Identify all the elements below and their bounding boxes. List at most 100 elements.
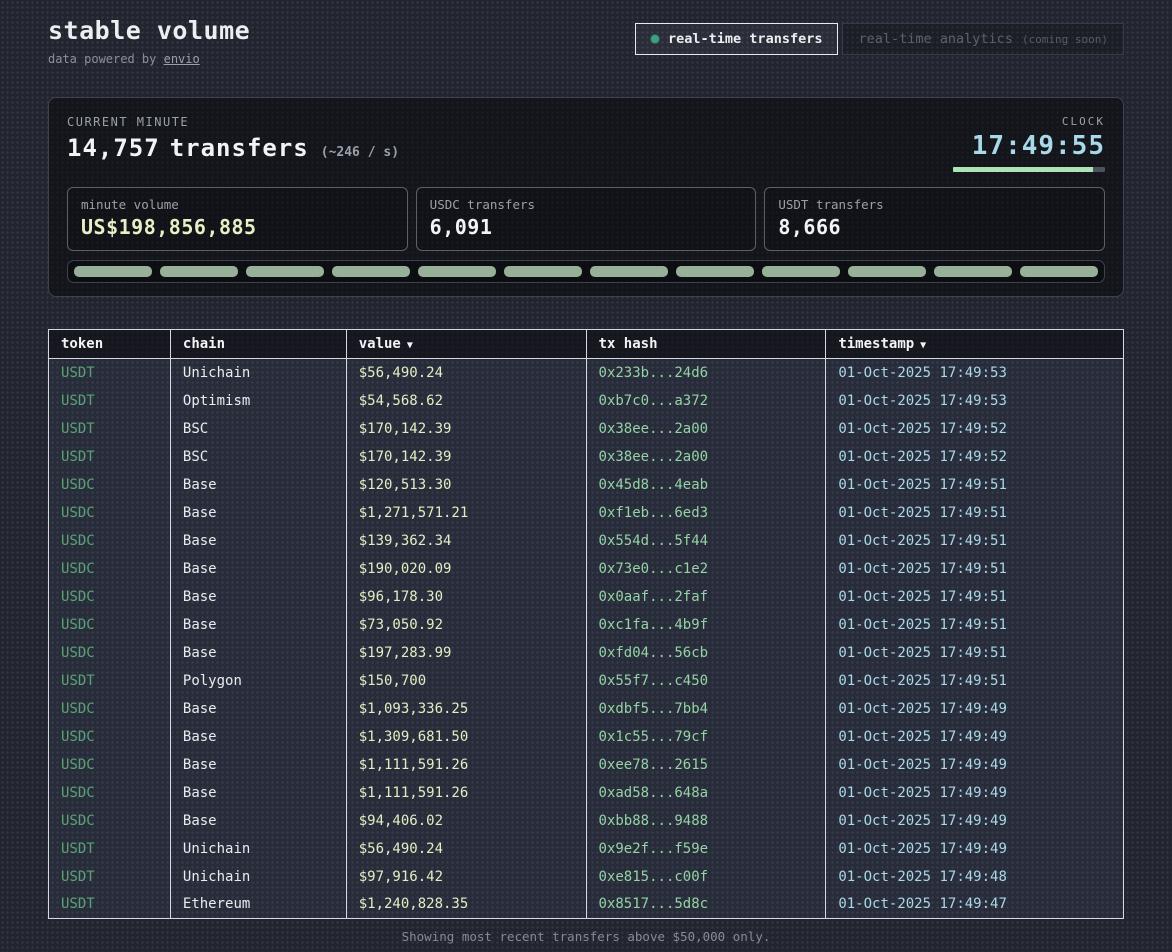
current-minute-label: CURRENT MINUTE: [67, 115, 399, 129]
timestamp-cell: 01-Oct-2025 17:49:51: [826, 639, 1124, 667]
table-row: USDCBase$197,283.990xfd04...56cb01-Oct-2…: [49, 639, 1124, 667]
tx-hash-cell[interactable]: 0x233b...24d6: [586, 359, 826, 387]
tx-hash-cell[interactable]: 0x45d8...4eab: [586, 471, 826, 499]
tx-hash-cell[interactable]: 0xb7c0...a372: [586, 387, 826, 415]
chain-cell: Polygon: [170, 667, 346, 695]
chain-cell: Base: [170, 751, 346, 779]
chain-cell: Base: [170, 807, 346, 835]
tx-hash-cell[interactable]: 0x73e0...c1e2: [586, 555, 826, 583]
token-cell: USDC: [49, 527, 171, 555]
value-cell: $1,093,336.25: [346, 695, 586, 723]
tx-hash-cell[interactable]: 0xf1eb...6ed3: [586, 499, 826, 527]
table-row: USDCBase$139,362.340x554d...5f4401-Oct-2…: [49, 527, 1124, 555]
tab-real-time-analytics[interactable]: real-time analytics (coming soon): [842, 23, 1124, 55]
token-cell: USDC: [49, 639, 171, 667]
table-body: USDTUnichain$56,490.240x233b...24d601-Oc…: [49, 359, 1124, 919]
table-row: USDTUnichain$56,490.240x233b...24d601-Oc…: [49, 359, 1124, 387]
table-row: USDCBase$1,111,591.260xad58...648a01-Oct…: [49, 779, 1124, 807]
tab-label: real-time analytics: [858, 31, 1012, 47]
tab-label: real-time transfers: [668, 31, 822, 47]
current-minute-panel: CURRENT MINUTE 14,757 transfers (~246 / …: [48, 97, 1124, 297]
value-cell: $73,050.92: [346, 611, 586, 639]
transfers-count: 14,757: [67, 134, 160, 162]
tx-hash-cell[interactable]: 0x0aaf...2faf: [586, 583, 826, 611]
timestamp-cell: 01-Oct-2025 17:49:49: [826, 807, 1124, 835]
value-cell: $1,111,591.26: [346, 779, 586, 807]
chain-cell: Base: [170, 527, 346, 555]
tx-hash-cell[interactable]: 0x55f7...c450: [586, 667, 826, 695]
token-cell: USDT: [49, 891, 171, 919]
token-cell: USDT: [49, 359, 171, 387]
minute-segment-bar: [67, 260, 1105, 283]
transfers-word: transfers: [170, 134, 309, 162]
tx-hash-cell[interactable]: 0xfd04...56cb: [586, 639, 826, 667]
chain-cell: Base: [170, 723, 346, 751]
minute-segment: [160, 266, 238, 277]
tab-real-time-transfers[interactable]: real-time transfers: [635, 23, 838, 55]
chain-cell: Base: [170, 555, 346, 583]
value-cell: $1,240,828.35: [346, 891, 586, 919]
chain-cell: Optimism: [170, 387, 346, 415]
tx-hash-cell[interactable]: 0x9e2f...f59e: [586, 835, 826, 863]
tx-hash-cell[interactable]: 0x1c55...79cf: [586, 723, 826, 751]
value-cell: $1,111,591.26: [346, 751, 586, 779]
subtitle-text: data powered by: [48, 52, 164, 66]
stat-box-minute-volume: minute volumeUS$198,856,885: [67, 187, 408, 251]
column-header-timestamp[interactable]: timestamp▼: [826, 330, 1124, 359]
table-row: USDTPolygon$150,7000x55f7...c45001-Oct-2…: [49, 667, 1124, 695]
token-cell: USDC: [49, 695, 171, 723]
minute-segment: [1020, 266, 1098, 277]
table-row: USDCBase$190,020.090x73e0...c1e201-Oct-2…: [49, 555, 1124, 583]
chain-cell: Ethereum: [170, 891, 346, 919]
token-cell: USDT: [49, 667, 171, 695]
chain-cell: BSC: [170, 415, 346, 443]
tx-hash-cell[interactable]: 0xe815...c00f: [586, 863, 826, 891]
minute-segment: [418, 266, 496, 277]
timestamp-cell: 01-Oct-2025 17:49:52: [826, 443, 1124, 471]
tx-hash-cell[interactable]: 0x38ee...2a00: [586, 443, 826, 471]
column-header-tx-hash: tx hash: [586, 330, 826, 359]
timestamp-cell: 01-Oct-2025 17:49:51: [826, 611, 1124, 639]
table-row: USDCBase$73,050.920xc1fa...4b9f01-Oct-20…: [49, 611, 1124, 639]
tx-hash-cell[interactable]: 0xad58...648a: [586, 779, 826, 807]
token-cell: USDT: [49, 415, 171, 443]
table-row: USDTUnichain$97,916.420xe815...c00f01-Oc…: [49, 863, 1124, 891]
envio-link[interactable]: envio: [164, 52, 200, 66]
transfers-summary: CURRENT MINUTE 14,757 transfers (~246 / …: [67, 115, 399, 162]
minute-segment: [676, 266, 754, 277]
token-cell: USDT: [49, 443, 171, 471]
stat-label: USDC transfers: [430, 197, 743, 212]
brand: stable volume data powered by envio: [48, 16, 250, 66]
table-row: USDTOptimism$54,568.620xb7c0...a37201-Oc…: [49, 387, 1124, 415]
token-cell: USDC: [49, 499, 171, 527]
value-cell: $54,568.62: [346, 387, 586, 415]
page-title: stable volume: [48, 16, 250, 45]
page: stable volume data powered by envio real…: [0, 0, 1172, 944]
current-minute-header: CURRENT MINUTE 14,757 transfers (~246 / …: [67, 115, 1105, 172]
live-dot-icon: [651, 35, 659, 43]
chain-cell: Base: [170, 779, 346, 807]
clock-time: 17:49:55: [972, 131, 1105, 161]
tx-hash-cell[interactable]: 0xc1fa...4b9f: [586, 611, 826, 639]
tx-hash-cell[interactable]: 0xee78...2615: [586, 751, 826, 779]
table-row: USDTEthereum$1,240,828.350x8517...5d8c01…: [49, 891, 1124, 919]
clock-label: CLOCK: [1062, 115, 1105, 128]
token-cell: USDT: [49, 835, 171, 863]
stat-label: USDT transfers: [778, 197, 1091, 212]
value-cell: $94,406.02: [346, 807, 586, 835]
tx-hash-cell[interactable]: 0xbb88...9488: [586, 807, 826, 835]
value-cell: $1,271,571.21: [346, 499, 586, 527]
token-cell: USDC: [49, 471, 171, 499]
tx-hash-cell[interactable]: 0x8517...5d8c: [586, 891, 826, 919]
token-cell: USDC: [49, 751, 171, 779]
transfers-table: tokenchainvalue▼tx hashtimestamp▼ USDTUn…: [48, 329, 1124, 919]
tx-hash-cell[interactable]: 0xdbf5...7bb4: [586, 695, 826, 723]
chain-cell: Unichain: [170, 835, 346, 863]
token-cell: USDC: [49, 723, 171, 751]
token-cell: USDC: [49, 555, 171, 583]
chain-cell: Base: [170, 583, 346, 611]
column-header-value[interactable]: value▼: [346, 330, 586, 359]
tx-hash-cell[interactable]: 0x38ee...2a00: [586, 415, 826, 443]
tx-hash-cell[interactable]: 0x554d...5f44: [586, 527, 826, 555]
token-cell: USDC: [49, 583, 171, 611]
